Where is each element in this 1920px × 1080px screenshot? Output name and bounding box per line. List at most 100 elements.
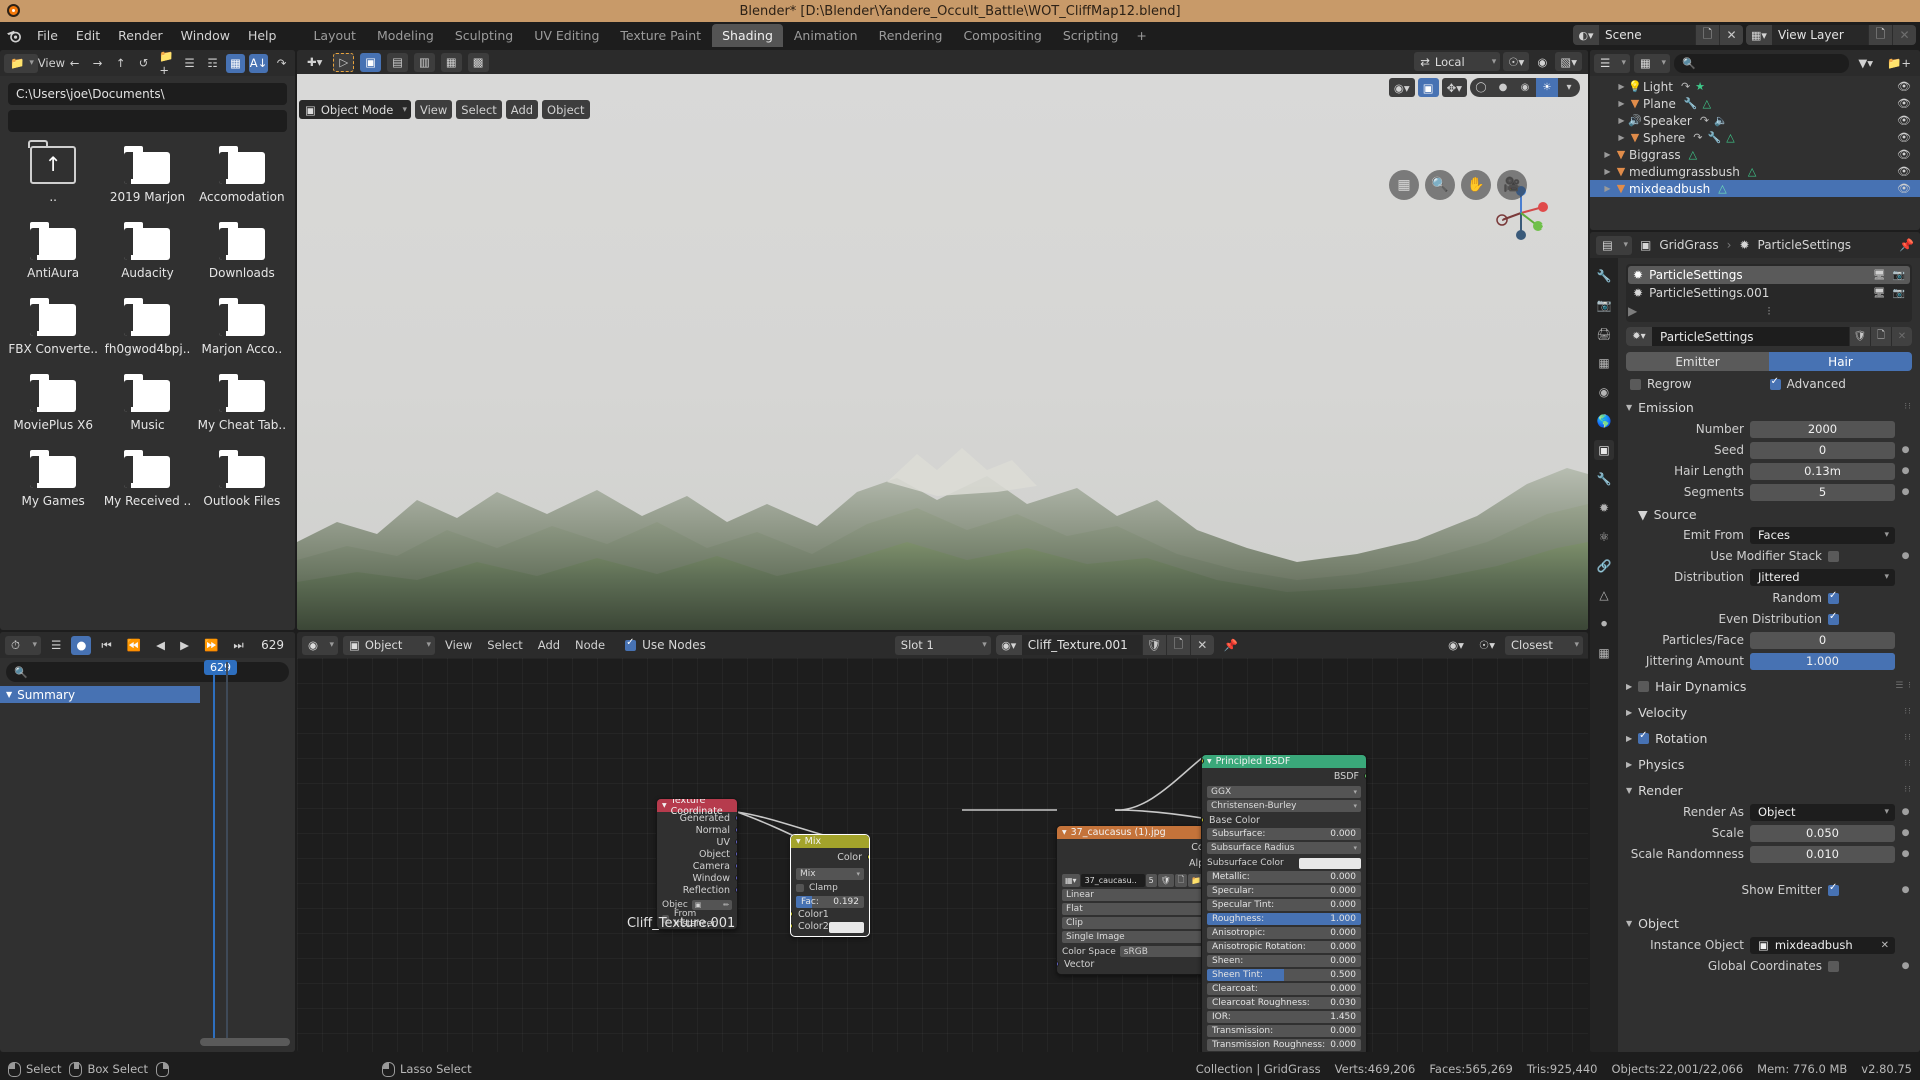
prev-keyframe-icon[interactable]: ⏪ [122,636,146,655]
file-item-parent[interactable]: ↑ .. [6,140,100,204]
animate-dot-icon[interactable]: ● [1901,551,1910,561]
tab-texture[interactable]: ▦ [1594,643,1614,663]
outliner-filter-icon[interactable]: ▼▾ [1853,54,1878,73]
tab-world[interactable]: 🌎 [1594,411,1614,431]
menu-file[interactable]: File [28,25,67,46]
shader-menu-add[interactable]: Add [533,636,565,655]
eyedropper-icon[interactable]: ✏ [723,901,729,909]
tab-uv-editing[interactable]: UV Editing [524,24,609,47]
particle-system-row[interactable]: ✹ ParticleSettings.001 🖥 📷 [1628,284,1910,302]
outliner-row-mixdeadbush[interactable]: ▶ ▼ mixdeadbush △ 👁 [1590,180,1920,197]
use-nodes-checkbox[interactable] [625,637,637,651]
node-input-anisotropic[interactable]: Anisotropic: 0.000 [1207,927,1361,939]
next-keyframe-icon[interactable]: ⏩ [199,636,223,655]
subsurface-color-swatch[interactable] [1299,858,1361,869]
tab-sculpting[interactable]: Sculpting [445,24,523,47]
viewport-menu-add[interactable]: Add [505,100,539,119]
node-output-window[interactable]: Window [657,872,737,884]
file-item-2019-marjon[interactable]: 2019 Marjon [100,146,194,204]
menu-edit[interactable]: Edit [67,25,109,46]
thumbnail-view-icon[interactable]: ▦ [226,53,245,73]
subsurface-method-dropdown[interactable]: Christensen-Burley ▾ [1207,800,1361,812]
viewport-canvas[interactable]: ▣ Object Mode ▾ View Select Add Object ◉… [297,74,1588,630]
shading-rendered-icon[interactable]: ☀ [1536,78,1558,97]
clear-icon[interactable]: ✕ [1881,940,1895,951]
select-invert-icon[interactable]: ▦ [440,52,462,72]
new-viewlayer-icon[interactable]: 🗋 [1868,25,1892,45]
xray-icon[interactable]: ▣ [1417,78,1439,97]
outliner-row-biggrass[interactable]: ▶ ▼ Biggrass △ 👁 [1590,146,1920,163]
blender-logo-icon[interactable] [0,22,28,48]
shader-menu-view[interactable]: View [440,636,477,655]
playhead-line[interactable] [213,662,215,1042]
play-reverse-icon[interactable]: ◀ [151,636,170,655]
tab-output[interactable]: 🖨 [1594,324,1614,344]
node-output-normal[interactable]: Normal [657,824,737,836]
tab-modeling[interactable]: Modeling [367,24,444,47]
expand-icon[interactable]: ▶ [1602,184,1613,193]
node-output-bsdf[interactable]: BSDF [1202,768,1366,784]
filter-icon[interactable]: ↷ [272,54,291,73]
node-texture-coordinate[interactable]: ▼ Texture Coordinate Generated Normal UV… [656,798,738,930]
field-input[interactable]: 0.13m [1750,462,1895,480]
use-nodes-toggle[interactable]: Use Nodes [625,637,706,652]
editor-type-selector[interactable]: 📁 ▾ [4,53,38,73]
drag-grip-icon[interactable]: ⁝⁝ [1904,759,1912,769]
tab-scripting[interactable]: Scripting [1053,24,1129,47]
projection-dropdown[interactable]: Flat▾ [1062,903,1218,915]
material-name[interactable]: Cliff_Texture.001 [1022,638,1142,652]
snapping-icon[interactable]: ☉▾ [1503,52,1530,71]
file-item-fbx-converter[interactable]: FBX Converte.. [6,298,100,356]
display-render-icon[interactable]: 📷 [1893,270,1905,281]
scale-input[interactable]: 0.050 [1750,824,1895,842]
tab-render[interactable]: 📷 [1594,295,1614,315]
outliner-display-mode-icon[interactable]: ▦ ▾ [1634,53,1670,73]
tab-shading[interactable]: Shading [712,23,783,47]
shader-editor-type-icon[interactable]: ◉ ▾ [302,635,338,655]
refresh-icon[interactable]: ↺ [134,54,153,73]
node-output-generated[interactable]: Generated [657,812,737,824]
expand-icon[interactable]: ▶ [1616,116,1627,125]
tab-modifiers[interactable]: 🔧 [1594,469,1614,489]
tab-particles[interactable]: ✹ [1594,498,1614,518]
field-input[interactable]: 0 [1750,441,1895,459]
jittering-amount-slider[interactable]: 1.000 [1750,652,1895,670]
node-header[interactable]: ▼ 37_caucasus (1).jpg [1057,826,1223,839]
field-input[interactable]: 2000 [1750,420,1895,438]
gizmo-icon[interactable]: ✥▾ [1441,78,1467,97]
add-workspace-button[interactable]: + [1129,24,1153,47]
distribution-dropdown[interactable]: GGX ▾ [1207,786,1361,798]
node-input-color1[interactable]: Color1 [791,908,869,920]
drag-grip-icon[interactable]: ⁝⁝ [1904,707,1912,717]
pin-icon[interactable]: 📌 [1899,238,1914,252]
node-header[interactable]: ▼ Mix [791,835,869,848]
animate-dot-icon[interactable]: ● [1901,807,1910,817]
visibility-eye-icon[interactable]: 👁 [1897,80,1911,93]
viewlayer-name[interactable]: View Layer [1772,28,1868,42]
extension-dropdown[interactable]: Clip▾ [1062,917,1218,929]
node-input-metallic[interactable]: Metallic: 0.000 [1207,871,1361,883]
node-input-base-color[interactable]: Base Color [1202,814,1366,826]
shading-solid-icon[interactable]: ● [1492,78,1514,97]
node-input-ior[interactable]: IOR: 1.450 [1207,1011,1361,1023]
node-input-clearcoat-roughness[interactable]: Clearcoat Roughness: 0.030 [1207,997,1361,1009]
particles-icon[interactable]: ✹▾ [1626,327,1652,346]
node-output-color[interactable]: Color [791,848,869,866]
tab-texture-paint[interactable]: Texture Paint [610,24,711,47]
panel-header-object[interactable]: ▼ Object [1618,913,1920,933]
file-item-marjon-acco[interactable]: Marjon Acco.. [195,298,289,356]
tab-scene[interactable]: ◉ [1594,382,1614,402]
tab-object[interactable]: ▣ [1594,440,1614,460]
breadcrumb-particlesettings[interactable]: ParticleSettings [1758,238,1852,252]
duplicate-icon[interactable]: 🗋 [1870,327,1891,346]
show-emitter-checkbox[interactable] [1828,882,1839,896]
global-coordinates-checkbox[interactable] [1828,960,1839,972]
dopesheet-menu-icon[interactable]: ☰ [46,636,66,655]
scene-selector[interactable]: ◐▾ Scene 🗋 ✕ [1573,25,1743,45]
node-canvas[interactable]: ▼ Texture Coordinate Generated Normal UV… [297,658,1588,1052]
snap-magnet-icon[interactable]: ☉▾ [1474,636,1500,655]
outliner-row-plane[interactable]: ▶ ▼ Plane 🔧 △ 👁 [1590,95,1920,112]
file-item-movieplus-x6[interactable]: MoviePlus X6 [6,374,100,432]
file-item-audacity[interactable]: Audacity [100,222,194,280]
node-fac-slider[interactable]: Fac: 0.192 [796,896,864,908]
